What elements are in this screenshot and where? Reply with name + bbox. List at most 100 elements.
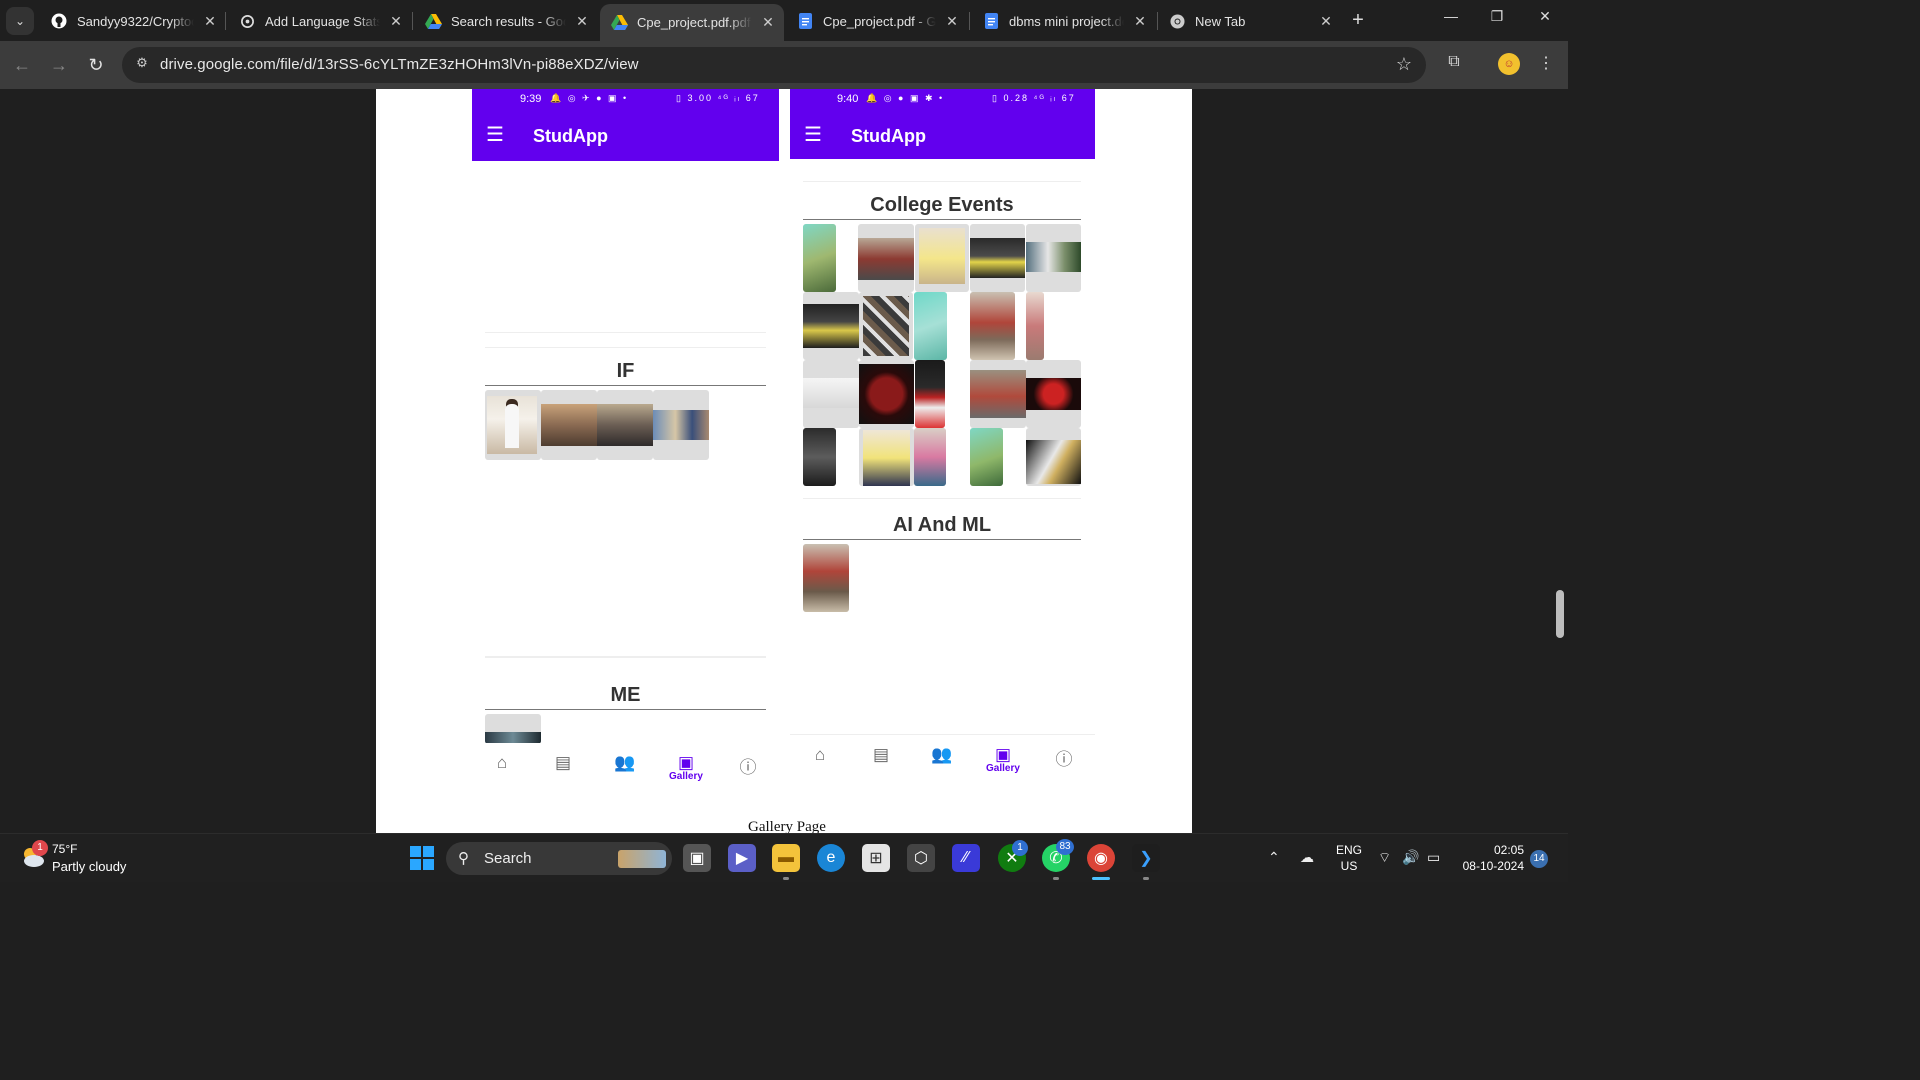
gallery-thumbnail[interactable]: [970, 428, 1003, 486]
chevron-up-icon[interactable]: ⌃: [1268, 849, 1280, 866]
gallery-thumbnail[interactable]: [1026, 292, 1044, 360]
gallery-thumbnail[interactable]: [485, 714, 541, 744]
section-title-ai-ml: AI And ML: [892, 514, 992, 536]
hamburger-menu-icon[interactable]: ☰: [804, 122, 822, 147]
microsoft-store-icon[interactable]: ⊞: [862, 844, 890, 872]
close-icon[interactable]: ✕: [572, 13, 592, 30]
task-view-icon[interactable]: ▣: [683, 844, 711, 872]
close-icon[interactable]: ✕: [1316, 13, 1336, 30]
gallery-thumbnail[interactable]: [803, 360, 859, 428]
tab-add-language-stats[interactable]: Add Language Stats ✕: [228, 6, 412, 36]
info-icon[interactable]: ⓘ: [733, 753, 763, 778]
gallery-thumbnail[interactable]: [803, 428, 836, 486]
battery-icon[interactable]: ▭: [1427, 849, 1440, 866]
onedrive-icon[interactable]: ☁: [1300, 849, 1314, 866]
app-title: StudApp: [533, 126, 608, 146]
gallery-thumbnail[interactable]: [859, 428, 914, 486]
people-icon[interactable]: 👥: [610, 753, 640, 773]
scrollbar-thumb[interactable]: [1556, 590, 1564, 638]
chrome-icon[interactable]: ◉: [1087, 844, 1115, 872]
url-text: drive.google.com/file/d/13rSS-6cYLTmZE3z…: [160, 56, 639, 73]
info-icon[interactable]: ⓘ: [1049, 745, 1079, 770]
gallery-thumbnail[interactable]: [803, 224, 836, 292]
taskbar-search[interactable]: ⚲ Search: [446, 842, 672, 875]
restore-button[interactable]: ❐: [1482, 8, 1512, 25]
close-icon[interactable]: ✕: [200, 13, 220, 30]
status-bar: 9:39 🔔 ◎ ✈ ● ▣ • ▯ 3.00 ⁴ᴳ ᵢₗ 67: [472, 89, 779, 111]
gallery-thumbnail[interactable]: [859, 292, 913, 360]
profile-avatar[interactable]: ☺: [1498, 53, 1520, 75]
windows-start-icon[interactable]: [410, 846, 434, 870]
close-icon[interactable]: ✕: [386, 13, 406, 30]
weather-badge: 1: [32, 840, 48, 856]
more-menu-icon[interactable]: ⋮: [1534, 53, 1558, 77]
tab-search-results[interactable]: Search results - Goog ✕: [414, 6, 598, 36]
extensions-icon[interactable]: ⧉: [1442, 53, 1466, 77]
bottom-navigation: ⌂ ▤ 👥 ▣ Gallery ⓘ: [790, 735, 1095, 779]
gallery-thumbnail[interactable]: [914, 292, 947, 360]
minimize-button[interactable]: —: [1436, 8, 1466, 24]
notification-badge[interactable]: 14: [1530, 850, 1548, 868]
close-icon[interactable]: ✕: [1130, 13, 1150, 30]
nav-gallery-label: Gallery: [669, 771, 703, 782]
tab-cpe-project-doc[interactable]: Cpe_project.pdf - Go ✕: [786, 6, 968, 36]
tab-label: Cpe_project.pdf - Go: [823, 13, 936, 29]
gallery-thumbnail[interactable]: [858, 224, 914, 292]
notes-icon[interactable]: ▤: [548, 753, 578, 773]
edge-icon[interactable]: e: [817, 844, 845, 872]
tab-label: dbms mini project.dc: [1009, 13, 1124, 29]
notes-icon[interactable]: ▤: [866, 745, 896, 765]
gallery-thumbnail[interactable]: [485, 390, 541, 460]
hamburger-menu-icon[interactable]: ☰: [486, 122, 504, 147]
volume-icon[interactable]: 🔊: [1402, 849, 1419, 866]
forward-button[interactable]: →: [47, 53, 71, 77]
gallery-thumbnail[interactable]: [803, 544, 849, 612]
home-icon[interactable]: ⌂: [805, 745, 835, 765]
back-button[interactable]: ←: [10, 53, 34, 77]
gallery-thumbnail[interactable]: [1026, 360, 1081, 428]
gallery-thumbnail[interactable]: [541, 390, 597, 460]
tab-cpe-project-pdf-active[interactable]: Cpe_project.pdf.pdf - ✕: [600, 4, 784, 41]
people-icon[interactable]: 👥: [927, 745, 957, 765]
system-clock[interactable]: 02:05 08-10-2024: [1460, 842, 1524, 874]
tab-github[interactable]: Sandyy9322/Cryptoc ✕: [40, 6, 226, 36]
tab-dbms-mini-project[interactable]: dbms mini project.dc ✕: [972, 6, 1156, 36]
bookmark-star-icon[interactable]: ☆: [1396, 54, 1412, 75]
nav-gallery[interactable]: ▣ Gallery: [665, 753, 707, 782]
tab-new-tab[interactable]: New Tab ✕: [1158, 6, 1342, 36]
app-icon-hexagon[interactable]: ⬡: [907, 844, 935, 872]
gallery-thumbnail[interactable]: [597, 390, 653, 460]
app-bar: ☰ StudApp: [790, 111, 1095, 159]
file-explorer-icon[interactable]: ▬: [772, 844, 800, 872]
gallery-thumbnail[interactable]: [970, 360, 1026, 428]
running-indicator: [1053, 877, 1059, 880]
new-tab-button[interactable]: +: [1346, 8, 1370, 32]
gallery-thumbnail[interactable]: [1026, 224, 1081, 292]
close-icon[interactable]: ✕: [942, 13, 962, 30]
gallery-thumbnail[interactable]: [803, 292, 859, 360]
language-indicator[interactable]: ENG US: [1336, 842, 1362, 874]
address-bar[interactable]: ⚙ drive.google.com/file/d/13rSS-6cYLTmZE…: [122, 47, 1426, 83]
gallery-thumbnail[interactable]: [915, 224, 969, 292]
gallery-thumbnail[interactable]: [1026, 428, 1081, 486]
nav-gallery[interactable]: ▣ Gallery: [982, 745, 1024, 774]
tab-label: Cpe_project.pdf.pdf -: [637, 15, 752, 30]
gallery-thumbnail[interactable]: [859, 360, 914, 428]
home-icon[interactable]: ⌂: [487, 753, 517, 773]
app-icon-code[interactable]: ⁄⁄: [952, 844, 980, 872]
gallery-thumbnail[interactable]: [914, 428, 946, 486]
tab-search-button[interactable]: ⌄: [6, 7, 34, 35]
teams-meet-icon[interactable]: ▶: [728, 844, 756, 872]
status-icons: 🔔 ◎ ● ▣ ✱ •: [866, 93, 945, 103]
gallery-thumbnail[interactable]: [653, 390, 709, 460]
gallery-thumbnail[interactable]: [915, 360, 945, 428]
tab-separator: [412, 12, 413, 30]
close-icon[interactable]: ✕: [758, 14, 778, 31]
site-settings-icon[interactable]: ⚙: [132, 55, 152, 75]
gallery-thumbnail[interactable]: [970, 292, 1015, 360]
vscode-icon[interactable]: ❯: [1132, 844, 1160, 872]
gallery-thumbnail[interactable]: [970, 224, 1025, 292]
close-window-button[interactable]: ✕: [1530, 8, 1560, 25]
wifi-icon[interactable]: ⌔: [1378, 849, 1391, 867]
reload-button[interactable]: ↻: [84, 53, 108, 77]
